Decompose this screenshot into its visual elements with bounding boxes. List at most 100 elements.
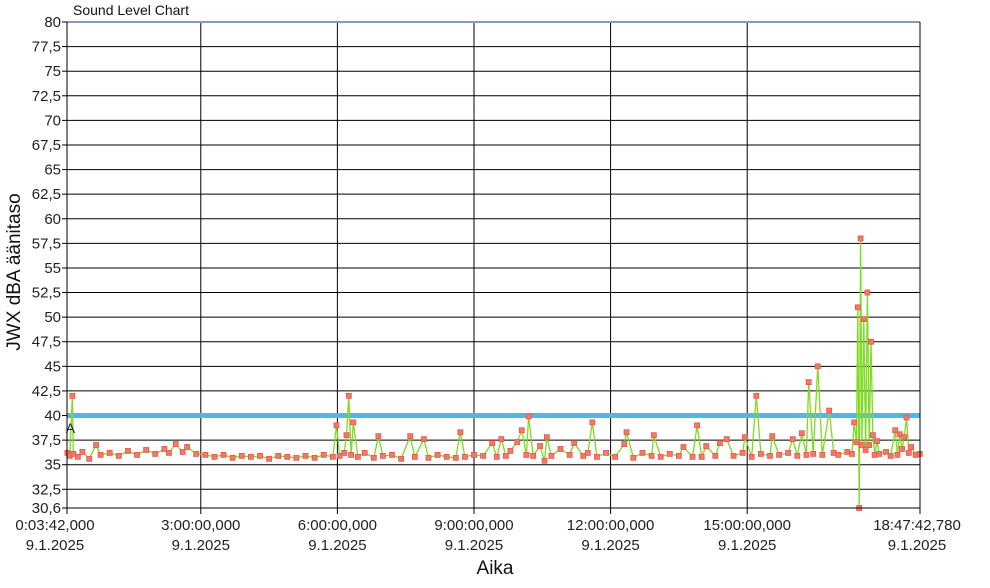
data-point — [541, 457, 548, 464]
data-point — [723, 436, 730, 443]
y-tick-label: 77,5 — [32, 39, 61, 56]
data-point — [329, 453, 336, 460]
data-point — [680, 444, 687, 450]
data-point — [767, 452, 773, 459]
data-point — [814, 363, 821, 370]
y-tick-label: 65 — [44, 162, 61, 179]
data-point — [238, 452, 245, 459]
data-point — [853, 439, 860, 445]
data-point — [785, 450, 792, 456]
data-point — [694, 422, 701, 429]
y-tick-label: 45 — [44, 358, 61, 375]
data-point — [571, 440, 578, 446]
data-point — [354, 453, 361, 460]
y-tick-label: 55 — [44, 260, 61, 277]
data-point — [712, 452, 719, 459]
data-point — [648, 452, 655, 459]
data-point — [350, 419, 357, 426]
data-point — [425, 454, 432, 461]
data-point — [757, 450, 764, 457]
data-point — [333, 422, 340, 429]
data-point — [398, 455, 405, 462]
data-point — [794, 452, 801, 459]
x-tick-time: 9:00:00,000 — [434, 517, 513, 534]
data-point — [666, 450, 673, 457]
data-point — [639, 450, 646, 456]
data-point — [293, 454, 300, 461]
x-tick-time: 15:00:00,000 — [703, 517, 791, 534]
data-point — [93, 442, 99, 448]
x-tick-time: 18:47:42,780 — [873, 517, 961, 534]
data-point — [320, 451, 327, 458]
data-point — [380, 452, 386, 459]
data-point — [370, 454, 377, 461]
data-point — [523, 451, 530, 458]
x-tick-time: 0:03:42,000 — [15, 517, 94, 534]
y-tick-labels: 30,6 32,5 35 37,5 40 42,5 45 47,5 50 52,5 55 57,5 60… — [32, 14, 67, 517]
data-point — [247, 453, 254, 460]
data-point — [819, 451, 826, 458]
data-point — [489, 440, 496, 446]
data-point — [876, 450, 883, 457]
chart-canvas: A 30,632,53537,54042,54547,55052,55557,5… — [4, 2, 961, 579]
data-point — [343, 432, 350, 439]
data-point — [411, 453, 418, 460]
data-point — [805, 379, 812, 385]
x-tick-time: 6:00:00,000 — [298, 517, 377, 534]
data-point — [172, 441, 179, 447]
data-point — [434, 451, 441, 458]
data-point — [868, 338, 874, 345]
data-point — [79, 449, 86, 455]
x-tick-time: 3:00:00,000 — [161, 517, 240, 534]
data-point — [769, 433, 776, 440]
data-point — [74, 453, 81, 460]
data-point — [507, 448, 514, 454]
x-tick-date: 9.1.2025 — [718, 537, 776, 554]
y-tick-label: 60 — [44, 211, 61, 228]
data-point — [621, 441, 628, 447]
y-tick-label: 52,5 — [32, 285, 61, 302]
data-point — [229, 454, 236, 461]
data-point — [776, 451, 782, 458]
data-point — [894, 451, 901, 458]
data-point — [753, 392, 760, 399]
y-tick-label: 30,6 — [32, 500, 61, 517]
data-point — [857, 235, 864, 242]
data-point — [220, 451, 227, 458]
data-point — [407, 433, 414, 440]
y-tick-label: 37,5 — [32, 432, 61, 449]
data-point — [887, 452, 894, 459]
y-tick-label: 72,5 — [32, 88, 61, 105]
data-point — [810, 450, 817, 457]
data-point — [493, 453, 500, 460]
data-point — [115, 452, 122, 459]
data-point — [851, 419, 858, 426]
y-tick-label: 67,5 — [32, 137, 61, 154]
data-point — [514, 439, 521, 445]
data-point — [859, 442, 865, 448]
data-point — [730, 452, 737, 459]
data-point — [566, 451, 573, 458]
data-point — [461, 453, 468, 460]
plot-area — [67, 22, 920, 508]
data-point — [525, 413, 532, 420]
data-point — [311, 454, 318, 461]
data-point — [134, 451, 140, 458]
data-point — [202, 451, 209, 458]
data-point — [166, 450, 172, 456]
data-point — [612, 453, 619, 460]
data-point — [457, 429, 464, 436]
plot-background — [67, 22, 920, 508]
x-tick-date: 9.1.2025 — [26, 537, 84, 554]
x-axis-title: Aika — [477, 558, 514, 579]
data-point — [826, 407, 833, 414]
data-point — [798, 430, 805, 437]
data-point — [874, 438, 880, 445]
data-point — [125, 448, 131, 454]
data-point — [518, 427, 525, 434]
data-point — [869, 432, 876, 439]
data-point — [689, 453, 696, 460]
y-tick-label: 80 — [44, 14, 61, 31]
data-point — [97, 451, 104, 458]
y-tick-label: 70 — [44, 112, 61, 129]
